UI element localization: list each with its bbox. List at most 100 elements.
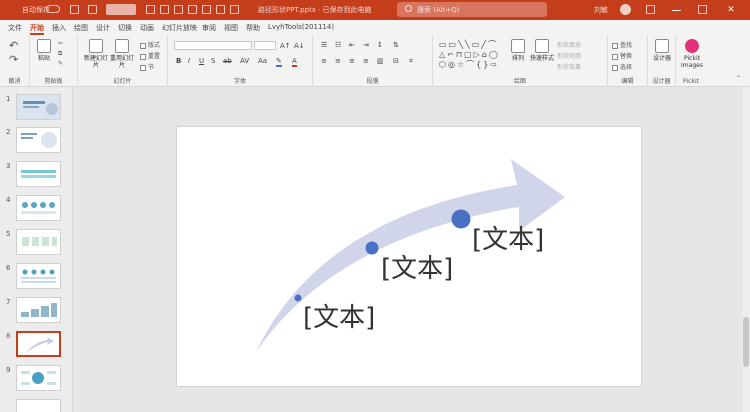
maximize-icon[interactable] bbox=[698, 5, 707, 14]
tab-insert[interactable]: 插入 bbox=[52, 23, 66, 33]
spelling-icon[interactable] bbox=[202, 5, 211, 14]
cut-icon[interactable]: ✂ bbox=[58, 40, 63, 47]
new-slide-button[interactable]: 新建幻灯片 bbox=[84, 39, 108, 69]
text-direction-icon[interactable]: ⇅ bbox=[393, 41, 399, 49]
slide-thumbnail[interactable] bbox=[16, 161, 61, 187]
drawing-group-label: 绘图 bbox=[513, 78, 526, 85]
align-right-icon[interactable]: ≡ bbox=[349, 57, 355, 65]
align-center-icon[interactable]: ≡ bbox=[335, 57, 341, 65]
arrange-button[interactable]: 排列 bbox=[507, 39, 529, 62]
strikethrough-icon[interactable]: ab bbox=[223, 57, 232, 65]
smartart-icon[interactable]: ⌗ bbox=[409, 57, 413, 66]
align-text-icon[interactable]: ⊟ bbox=[393, 57, 399, 65]
slide-thumbnail[interactable] bbox=[16, 297, 61, 323]
slide-thumbnail[interactable] bbox=[16, 229, 61, 255]
slide-thumbnail[interactable] bbox=[16, 127, 61, 153]
select-button[interactable]: 选择 bbox=[612, 62, 632, 71]
copy-icon[interactable]: ⧉ bbox=[58, 50, 62, 58]
highlight-icon[interactable]: ✎ bbox=[276, 57, 282, 67]
tab-file[interactable]: 文件 bbox=[8, 23, 22, 33]
designer-button[interactable]: 设计器 bbox=[650, 39, 674, 62]
slide-text-1[interactable]: [文本] bbox=[303, 297, 375, 334]
print-icon[interactable] bbox=[188, 5, 197, 14]
tab-animations[interactable]: 动画 bbox=[140, 23, 154, 33]
dot-medium[interactable] bbox=[365, 241, 379, 255]
tab-help[interactable]: 帮助 bbox=[246, 23, 260, 33]
collapse-ribbon-icon[interactable]: ⌃ bbox=[736, 75, 741, 82]
paragraph-group-label: 段落 bbox=[366, 78, 379, 85]
bullets-icon[interactable]: ☰ bbox=[321, 41, 327, 49]
quick-styles-button[interactable]: 快速样式 bbox=[529, 39, 555, 62]
customize-icon[interactable] bbox=[230, 5, 239, 14]
slide-text-2[interactable]: [文本] bbox=[381, 248, 453, 285]
slide-canvas[interactable]: [文本] [文本] [文本] bbox=[176, 126, 642, 387]
undo-icon[interactable]: ↶ bbox=[9, 39, 18, 52]
avatar[interactable] bbox=[620, 4, 631, 15]
redo-icon[interactable]: ↷ bbox=[9, 53, 18, 66]
section-button[interactable]: 节 bbox=[140, 62, 154, 71]
tab-view[interactable]: 视图 bbox=[224, 23, 238, 33]
slide-thumbnail[interactable] bbox=[16, 263, 61, 289]
tab-lvyhtools[interactable]: LvyhTools(201114) bbox=[268, 23, 334, 31]
present-icon[interactable] bbox=[160, 5, 169, 14]
undo-icon[interactable] bbox=[88, 5, 97, 14]
shrink-font-icon[interactable]: A↓ bbox=[294, 42, 305, 50]
dot-large[interactable] bbox=[451, 209, 471, 229]
scrollbar-thumb[interactable] bbox=[743, 317, 749, 367]
slide-thumbnail[interactable] bbox=[16, 94, 61, 120]
paste-button[interactable]: 粘贴 bbox=[34, 39, 54, 62]
vertical-scrollbar[interactable] bbox=[742, 87, 750, 412]
slide-thumbnail-selected[interactable] bbox=[16, 331, 61, 357]
slide-thumbnail[interactable] bbox=[16, 365, 61, 391]
change-case-icon[interactable]: Aa bbox=[258, 57, 267, 65]
tab-draw[interactable]: 绘图 bbox=[74, 23, 88, 33]
align-left-icon[interactable]: ≡ bbox=[321, 57, 327, 65]
font-color-icon[interactable]: A bbox=[292, 57, 297, 67]
shape-fill-button[interactable]: 形状填充 bbox=[557, 40, 581, 49]
close-icon[interactable]: ✕ bbox=[724, 3, 738, 17]
dot-small[interactable] bbox=[294, 294, 302, 302]
decrease-indent-icon[interactable]: ⇤ bbox=[349, 41, 355, 49]
shape-effects-button[interactable]: 形状效果 bbox=[557, 62, 581, 71]
tab-transitions[interactable]: 切换 bbox=[118, 23, 132, 33]
tab-slideshow[interactable]: 幻灯片放映 bbox=[162, 23, 197, 33]
touch-mode-icon[interactable] bbox=[174, 5, 183, 14]
grow-font-icon[interactable]: A↑ bbox=[280, 42, 291, 50]
format-painter-icon[interactable]: ✎ bbox=[58, 60, 63, 67]
tab-design[interactable]: 设计 bbox=[96, 23, 110, 33]
save-icon[interactable] bbox=[70, 5, 79, 14]
find-button[interactable]: 查找 bbox=[612, 40, 632, 49]
columns-icon[interactable]: ▥ bbox=[377, 57, 384, 65]
increase-indent-icon[interactable]: ⇥ bbox=[363, 41, 369, 49]
redo-icon[interactable] bbox=[146, 5, 155, 14]
replace-button[interactable]: 替换 bbox=[612, 51, 632, 60]
layout-button[interactable]: 版式 bbox=[140, 40, 160, 49]
char-spacing-icon[interactable]: AV bbox=[240, 57, 249, 65]
bold-icon[interactable]: B bbox=[176, 57, 181, 65]
slide-thumbnail[interactable] bbox=[16, 399, 61, 412]
minimize-icon[interactable] bbox=[672, 10, 681, 19]
diamond-icon[interactable] bbox=[646, 5, 655, 14]
justify-icon[interactable]: ≡ bbox=[363, 57, 369, 65]
shapes-gallery[interactable]: ▭▭╲╲▭╱⌒ △⌐⊓▢▷⌂◯ ⬡◎☆⌒{}⇨ bbox=[439, 39, 500, 70]
reuse-slide-button[interactable]: 重用幻灯片 bbox=[110, 39, 134, 69]
autosave-toggle[interactable] bbox=[46, 5, 60, 13]
tab-review[interactable]: 审阅 bbox=[202, 23, 216, 33]
shadow-icon[interactable]: S bbox=[211, 57, 215, 65]
line-spacing-icon[interactable]: ↕ bbox=[377, 41, 383, 49]
format-painter-icon[interactable] bbox=[216, 5, 225, 14]
italic-icon[interactable]: I bbox=[188, 57, 190, 65]
quick-access-box[interactable] bbox=[106, 4, 136, 15]
designer-icon bbox=[655, 39, 669, 53]
font-size-select[interactable] bbox=[254, 41, 276, 50]
tab-home[interactable]: 开始 bbox=[30, 23, 44, 35]
search-box[interactable]: 搜索 (Alt+Q) bbox=[397, 2, 547, 17]
slide-text-3[interactable]: [文本] bbox=[472, 219, 544, 256]
font-family-select[interactable] bbox=[174, 41, 252, 50]
numbering-icon[interactable]: ☷ bbox=[335, 41, 341, 49]
underline-icon[interactable]: U bbox=[199, 57, 204, 65]
reset-button[interactable]: 重置 bbox=[140, 51, 160, 60]
pickit-button[interactable]: Pickit Images bbox=[678, 39, 706, 69]
shape-outline-button[interactable]: 形状轮廓 bbox=[557, 51, 581, 60]
slide-thumbnail[interactable] bbox=[16, 195, 61, 221]
